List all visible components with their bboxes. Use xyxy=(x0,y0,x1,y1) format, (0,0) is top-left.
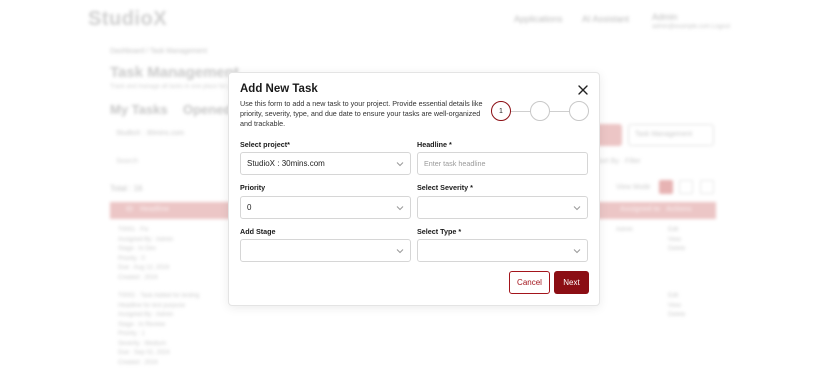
headline-input[interactable] xyxy=(424,159,581,168)
severity-select[interactable] xyxy=(417,196,588,219)
project-label: Select project* xyxy=(240,140,290,149)
total-count: Total : 16 xyxy=(110,184,143,193)
list-view-icon[interactable] xyxy=(659,180,673,194)
header-headline: Headline xyxy=(140,206,170,213)
header-actions: Actions xyxy=(666,206,692,213)
chevron-down-icon xyxy=(573,206,581,211)
type-label: Select Type * xyxy=(417,227,462,236)
nav-admin[interactable]: Admin xyxy=(652,12,678,22)
header-assigned: Assigned to xyxy=(620,206,661,213)
grid-view-icon[interactable] xyxy=(679,180,693,194)
kanban-view-icon[interactable] xyxy=(700,180,714,194)
chevron-down-icon xyxy=(396,249,404,254)
user-info: admin@example.com Logout xyxy=(652,24,731,30)
chevron-down-icon xyxy=(396,206,404,211)
modal-title: Add New Task xyxy=(240,83,318,95)
nav-applications[interactable]: Applications xyxy=(514,14,563,24)
app-logo: StudioX xyxy=(88,8,168,30)
step-connector xyxy=(550,111,570,112)
row-assignee: Admin xyxy=(616,227,634,233)
step-2 xyxy=(530,101,550,121)
priority-select[interactable]: 0 xyxy=(240,196,411,219)
close-icon[interactable] xyxy=(577,84,589,96)
add-task-modal: Add New Task Use this form to add a new … xyxy=(228,72,600,306)
modal-description: Use this form to add a new task to your … xyxy=(240,99,483,128)
view-mode-label: View Mode xyxy=(616,184,651,191)
row-actions[interactable]: Edit View Delete xyxy=(668,226,685,255)
row-actions[interactable]: Edit View Delete xyxy=(668,292,685,321)
stage-select[interactable] xyxy=(240,239,411,262)
breadcrumb: Dashboard / Task Management xyxy=(110,48,208,55)
filter-controls[interactable]: Sort By · Filter xyxy=(596,158,641,165)
cancel-button[interactable]: Cancel xyxy=(509,271,550,294)
step-connector xyxy=(511,111,531,112)
chevron-down-icon xyxy=(573,249,581,254)
header-id: ID xyxy=(126,206,133,213)
stage-label: Add Stage xyxy=(240,227,276,236)
severity-label: Select Severity * xyxy=(417,183,473,192)
progress-stepper: 1 xyxy=(491,101,591,123)
project-select-bg[interactable]: StudioX : 30mins.com xyxy=(110,126,220,144)
headline-field xyxy=(417,152,588,175)
next-button[interactable]: Next xyxy=(554,271,589,294)
table-row: T0002 · Task Added for testing Headline … xyxy=(118,293,200,366)
chevron-down-icon xyxy=(396,162,404,167)
priority-label: Priority xyxy=(240,183,266,192)
table-row: T0001 · Fix Assigned By : Admin Stage : … xyxy=(118,227,174,281)
step-3 xyxy=(569,101,589,121)
tab-opened[interactable]: Opened xyxy=(183,102,231,117)
project-value: StudioX : 30mins.com xyxy=(247,159,325,168)
page-title: Task Management xyxy=(110,64,239,81)
priority-value: 0 xyxy=(247,203,252,212)
tab-my-tasks[interactable]: My Tasks xyxy=(110,102,168,117)
type-select[interactable] xyxy=(417,239,588,262)
nav-ai-assistant[interactable]: AI Assistant xyxy=(582,14,629,24)
task-management-button[interactable]: Task Management xyxy=(628,124,714,146)
headline-label: Headline * xyxy=(417,140,452,149)
step-1: 1 xyxy=(491,101,511,121)
project-select[interactable]: StudioX : 30mins.com xyxy=(240,152,411,175)
